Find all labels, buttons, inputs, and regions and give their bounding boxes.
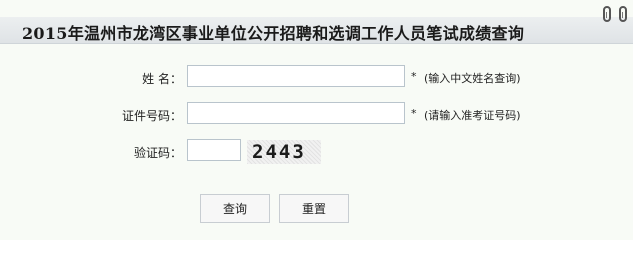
query-panel: 2015年温州市龙湾区事业单位公开招聘和选调工作人员笔试成绩查询 姓 名： * … [0, 0, 633, 240]
captcha-code: 2443 [252, 141, 306, 163]
name-hint: (输入中文姓名查询) [424, 72, 521, 85]
id-hint: (请输入准考证号码) [424, 109, 521, 122]
query-button[interactable]: 查询 [200, 194, 270, 223]
id-label: 证件号码： [121, 109, 182, 123]
reset-button[interactable]: 重置 [279, 194, 349, 223]
name-required-mark: * [411, 70, 417, 83]
page-title: 2015年温州市龙湾区事业单位公开招聘和选调工作人员笔试成绩查询 [22, 24, 525, 43]
paperclip-icon [603, 6, 611, 22]
captcha-label: 验证码： [133, 146, 182, 160]
id-required-mark: * [411, 107, 417, 120]
name-label: 姓 名： [142, 72, 182, 86]
title-bar: 2015年温州市龙湾区事业单位公开招聘和选调工作人员笔试成绩查询 [0, 17, 633, 44]
captcha-input[interactable] [187, 139, 241, 161]
paperclip-icon [619, 6, 627, 22]
id-number-input[interactable] [187, 102, 405, 124]
name-input[interactable] [187, 65, 405, 87]
captcha-image[interactable]: 2443 [247, 140, 321, 164]
